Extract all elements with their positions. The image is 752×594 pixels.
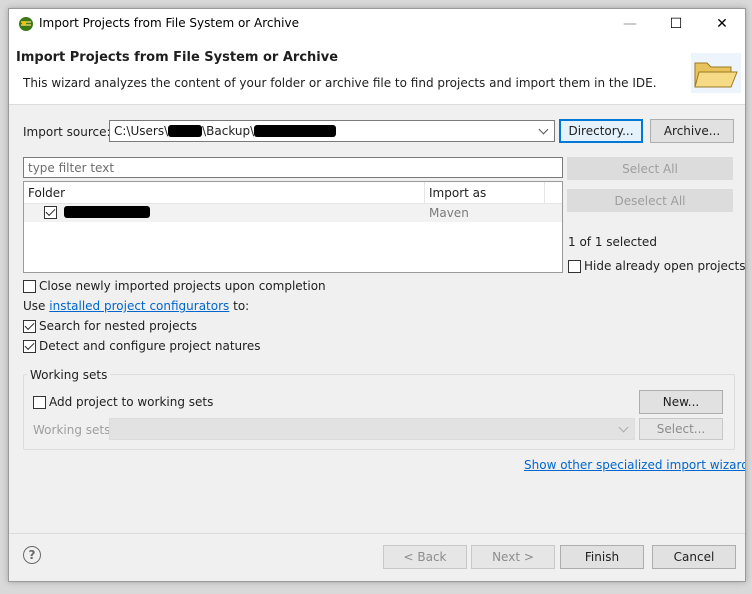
add-to-working-sets-label: Add project to working sets	[49, 395, 214, 409]
detect-natures-checkbox[interactable]	[23, 340, 36, 353]
page-description: This wizard analyzes the content of your…	[23, 76, 657, 90]
filter-placeholder: type filter text	[28, 161, 115, 175]
redacted-username	[168, 125, 203, 137]
filter-input[interactable]: type filter text	[23, 157, 563, 178]
folder-banner-icon	[691, 53, 741, 93]
back-button[interactable]: < Back	[383, 545, 467, 569]
working-sets-label: Working sets:	[33, 423, 115, 437]
hide-open-checkbox[interactable]	[568, 260, 581, 273]
redacted-folder-name	[254, 125, 337, 137]
footer-divider	[9, 533, 745, 534]
selection-count: 1 of 1 selected	[568, 235, 657, 249]
table-header: Folder Import as	[24, 182, 562, 204]
working-sets-combo[interactable]	[109, 418, 635, 440]
archive-button[interactable]: Archive...	[650, 119, 734, 143]
use-prefix: Use	[23, 299, 46, 313]
deselect-all-button[interactable]: Deselect All	[567, 189, 733, 212]
path-middle: \Backup\	[202, 124, 255, 138]
cancel-button[interactable]: Cancel	[652, 545, 736, 569]
projects-table[interactable]: Folder Import as Maven	[23, 181, 563, 273]
other-import-wizards-link[interactable]: Show other specialized import wizards	[524, 458, 745, 472]
next-button[interactable]: Next >	[471, 545, 555, 569]
close-window-button[interactable]: ✕	[699, 9, 745, 39]
chevron-down-icon[interactable]	[618, 422, 629, 433]
window-title: Import Projects from File System or Arch…	[39, 16, 299, 30]
eclipse-app-icon	[19, 17, 33, 31]
checkmark-icon	[24, 340, 35, 351]
checkmark-icon	[45, 206, 56, 217]
add-to-working-sets-checkbox[interactable]	[33, 396, 46, 409]
column-divider	[544, 182, 545, 204]
finish-button[interactable]: Finish	[560, 545, 644, 569]
redacted-project-name	[64, 206, 150, 218]
select-working-sets-button[interactable]: Select...	[639, 418, 723, 440]
working-sets-group-label: Working sets	[27, 368, 111, 382]
column-divider	[424, 182, 425, 204]
search-nested-checkbox[interactable]	[23, 320, 36, 333]
detect-natures-label: Detect and configure project natures	[39, 339, 261, 353]
import-source-value: C:\Users\ \Backup\	[114, 124, 337, 138]
project-checkbox[interactable]	[44, 206, 57, 219]
maximize-button[interactable]: ☐	[653, 9, 699, 39]
select-all-button[interactable]: Select All	[567, 157, 733, 180]
path-prefix: C:\Users\	[114, 124, 169, 138]
close-imported-label: Close newly imported projects upon compl…	[39, 279, 326, 293]
directory-button[interactable]: Directory...	[559, 119, 643, 143]
import-wizard-dialog: Import Projects from File System or Arch…	[8, 8, 746, 582]
chevron-down-icon[interactable]	[538, 124, 549, 135]
configurators-text: Use installed project configurators to:	[23, 299, 249, 313]
import-as-value: Maven	[429, 206, 469, 220]
checkmark-icon	[24, 320, 35, 331]
search-nested-label: Search for nested projects	[39, 319, 198, 333]
help-icon[interactable]: ?	[23, 546, 41, 564]
column-header-folder[interactable]: Folder	[28, 186, 65, 200]
table-row[interactable]: Maven	[24, 204, 562, 222]
installed-configurators-link[interactable]: installed project configurators	[49, 299, 229, 313]
wizard-header: Import Projects from File System or Arch…	[9, 39, 745, 105]
column-header-import-as[interactable]: Import as	[429, 186, 486, 200]
use-suffix: to:	[233, 299, 250, 313]
hide-open-label: Hide already open projects	[584, 259, 746, 273]
import-source-combo[interactable]: C:\Users\ \Backup\	[109, 120, 555, 142]
minimize-button[interactable]: —	[607, 9, 653, 39]
page-title: Import Projects from File System or Arch…	[16, 50, 339, 65]
new-working-set-button[interactable]: New...	[639, 390, 723, 414]
import-source-label: Import source:	[23, 125, 111, 139]
title-bar: Import Projects from File System or Arch…	[9, 9, 745, 39]
close-imported-checkbox[interactable]	[23, 280, 36, 293]
